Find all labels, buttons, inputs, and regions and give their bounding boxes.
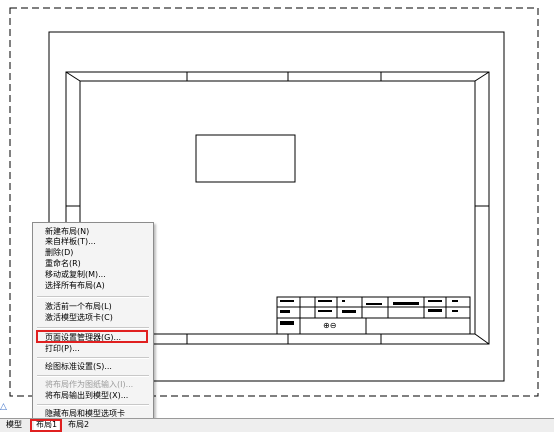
title-block — [276, 296, 471, 335]
ucs-icon: △ — [0, 402, 7, 412]
menu-separator — [37, 296, 149, 298]
menu-item-import-layout-as-sheet: 将布局作为图纸输入(I)... — [45, 380, 134, 389]
menu-item-select-all-layouts[interactable]: 选择所有布局(A) — [45, 280, 105, 291]
menu-item-move-copy[interactable]: 移动或复制(M)... — [45, 269, 106, 280]
menu-separator — [37, 375, 149, 377]
menu-item-rename[interactable]: 重命名(R) — [45, 258, 81, 269]
corner-line — [474, 71, 490, 82]
corner-line — [65, 71, 81, 82]
tab-layout1-highlight — [30, 419, 62, 432]
menu-separator — [37, 327, 149, 329]
menu-item-activate-model-tab[interactable]: 激活模型选项卡(C) — [45, 312, 113, 323]
menu-item-export-layout-to-model[interactable]: 将布局输出到模型(X)... — [45, 390, 128, 401]
menu-item-plot[interactable]: 打印(P)... — [45, 343, 80, 354]
page-setup-highlight — [36, 330, 148, 343]
viewport[interactable] — [195, 134, 296, 183]
menu-item-from-template[interactable]: 来自样板(T)... — [45, 236, 96, 247]
menu-item-activate-previous-layout[interactable]: 激活前一个布局(L) — [45, 301, 112, 312]
menu-separator — [37, 404, 149, 406]
menu-separator — [37, 357, 149, 359]
layout-tab-bar: 模型 布局1 布局2 — [0, 418, 554, 432]
menu-item-delete[interactable]: 删除(D) — [45, 247, 73, 258]
layout-context-menu: 新建布局(N) 来自样板(T)... 删除(D) 重命名(R) 移动或复制(M)… — [32, 222, 154, 420]
menu-item-drafting-standards[interactable]: 绘图标准设置(S)... — [45, 361, 112, 372]
title-block-symbol: ⊕⊖ — [323, 321, 336, 330]
corner-line — [474, 333, 490, 345]
tab-model[interactable]: 模型 — [6, 419, 22, 431]
tab-layout2[interactable]: 布局2 — [68, 419, 89, 431]
